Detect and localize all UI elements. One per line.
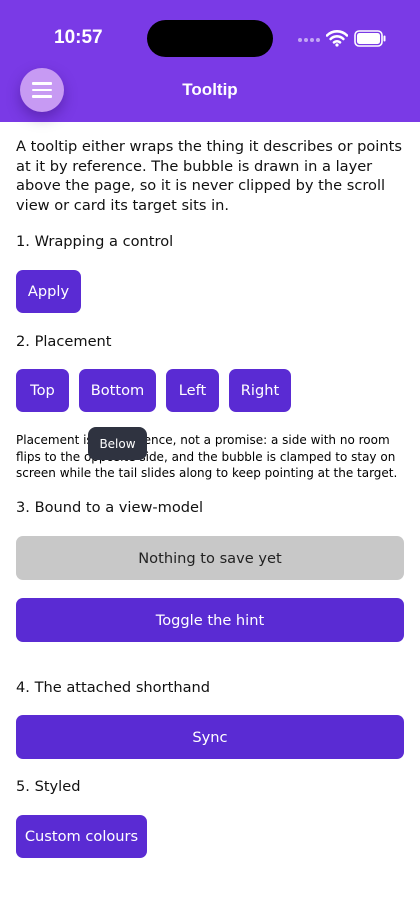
section-label-shorthand: 4. The attached shorthand [16,679,211,696]
custom-colours-button[interactable]: Custom colours [16,815,147,858]
intro-text: A tooltip either wraps the thing it desc… [16,138,402,214]
page-title: Tooltip [182,80,238,99]
section-label-placement: 2. Placement [16,333,112,350]
cellular-signal-icon [298,38,320,44]
placement-top-button[interactable]: Top [16,369,69,412]
toggle-hint-button[interactable]: Toggle the hint [16,598,404,642]
tooltip-bubble: Below [88,427,147,460]
section-label-viewmodel: 3. Bound to a view-model [16,499,204,516]
section-label-styled: 5. Styled [16,778,81,795]
dynamic-island [147,20,273,57]
app-header: 10:57 Tooltip [0,0,420,122]
placement-left-button[interactable]: Left [166,369,219,412]
save-status-button: Nothing to save yet [16,536,404,580]
wifi-icon [326,30,348,47]
sync-button[interactable]: Sync [16,715,404,759]
placement-note: Placement is a preference, not a promise… [16,433,398,480]
placement-bottom-button[interactable]: Bottom [79,369,156,412]
battery-icon [354,30,386,47]
section-label-wrapping: 1. Wrapping a control [16,233,174,250]
placement-right-button[interactable]: Right [229,369,291,412]
status-time: 10:57 [54,27,103,48]
apply-button[interactable]: Apply [16,270,81,313]
